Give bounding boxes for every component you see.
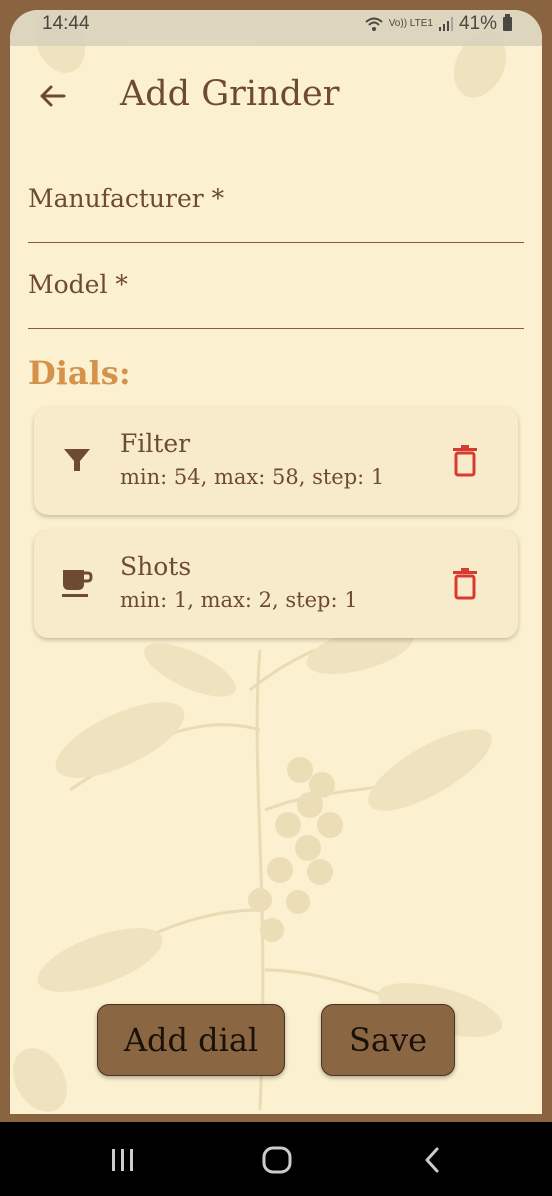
battery-icon <box>503 14 512 31</box>
home-icon[interactable] <box>262 1146 292 1174</box>
status-indicators: Vo)) LTE1 41% <box>365 13 512 35</box>
back-nav-icon[interactable] <box>422 1146 442 1174</box>
recent-apps-icon[interactable] <box>110 1148 136 1172</box>
dial-card-filter[interactable]: Filter min: 54, max: 58, step: 1 <box>34 407 518 515</box>
dial-name: Filter <box>120 429 191 458</box>
save-button[interactable]: Save <box>321 1004 455 1076</box>
coffee-cup-icon <box>62 570 93 597</box>
arrow-left-icon[interactable] <box>34 78 70 114</box>
manufacturer-field[interactable]: Manufacturer * <box>28 178 524 243</box>
battery-percent: 41% <box>458 13 497 34</box>
add-dial-button[interactable]: Add dial <box>97 1004 285 1076</box>
trash-icon[interactable] <box>452 445 478 477</box>
trash-icon[interactable] <box>452 568 478 600</box>
page-title: Add Grinder <box>120 74 340 114</box>
dials-section-title: Dials: <box>28 354 131 392</box>
filter-funnel-icon <box>64 449 90 471</box>
dial-range: min: 54, max: 58, step: 1 <box>120 465 385 489</box>
app-screen: 14:44 Vo)) LTE1 41% Add Grinder Manufact… <box>10 10 542 1114</box>
network-label: Vo)) LTE1 <box>388 18 433 29</box>
dial-name: Shots <box>120 552 192 581</box>
system-navigation-bar <box>0 1122 552 1196</box>
wifi-icon <box>365 17 383 31</box>
manufacturer-label: Manufacturer * <box>28 184 225 213</box>
signal-icon <box>438 17 453 31</box>
model-label: Model * <box>28 270 128 299</box>
dial-range: min: 1, max: 2, step: 1 <box>120 588 358 612</box>
model-field[interactable]: Model * <box>28 264 524 329</box>
status-bar: 14:44 Vo)) LTE1 41% <box>10 10 542 46</box>
dial-card-shots[interactable]: Shots min: 1, max: 2, step: 1 <box>34 530 518 638</box>
status-time: 14:44 <box>42 13 90 34</box>
